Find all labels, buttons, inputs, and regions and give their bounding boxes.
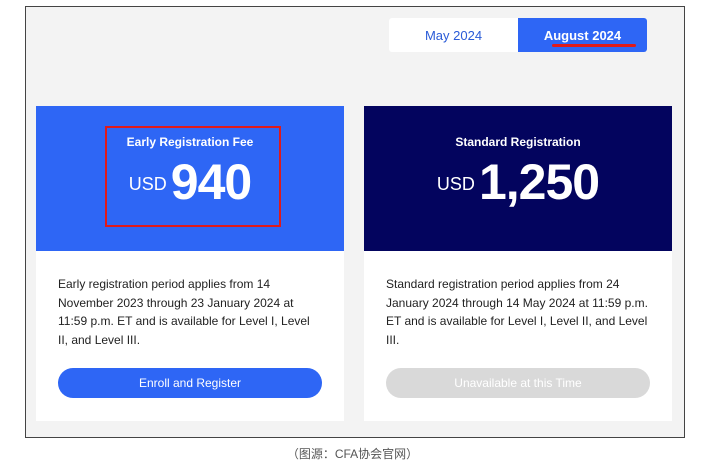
early-registration-card: Early Registration Fee USD 940 Early reg… (36, 106, 344, 421)
price: USD 1,250 (436, 154, 600, 210)
standard-registration-card: Standard Registration USD 1,250 Standard… (364, 106, 672, 421)
standard-registration-header: Standard Registration USD 1,250 (364, 106, 672, 251)
tab-august-2024-label: August 2024 (543, 27, 622, 43)
pricing-panel: May 2024 August 2024 Early Registration … (25, 6, 685, 438)
unavailable-button: Unavailable at this Time (386, 368, 650, 398)
exam-window-tabs: May 2024 August 2024 (389, 18, 647, 52)
currency-label: USD (436, 173, 475, 194)
tab-august-2024[interactable]: August 2024 (518, 18, 647, 52)
red-underline-annotation (552, 44, 636, 47)
image-caption: （图源：CFA协会官网） (286, 447, 419, 461)
red-box-annotation (105, 126, 281, 227)
card-description: Standard registration period applies fro… (386, 277, 648, 347)
early-registration-header: Early Registration Fee USD 940 (36, 106, 344, 251)
tab-may-2024[interactable]: May 2024 (389, 18, 518, 52)
card-description: Early registration period applies from 1… (58, 277, 310, 347)
price-amount: 1,250 (478, 154, 600, 210)
card-title: Standard Registration (455, 135, 581, 149)
enroll-and-register-button[interactable]: Enroll and Register (58, 368, 322, 398)
